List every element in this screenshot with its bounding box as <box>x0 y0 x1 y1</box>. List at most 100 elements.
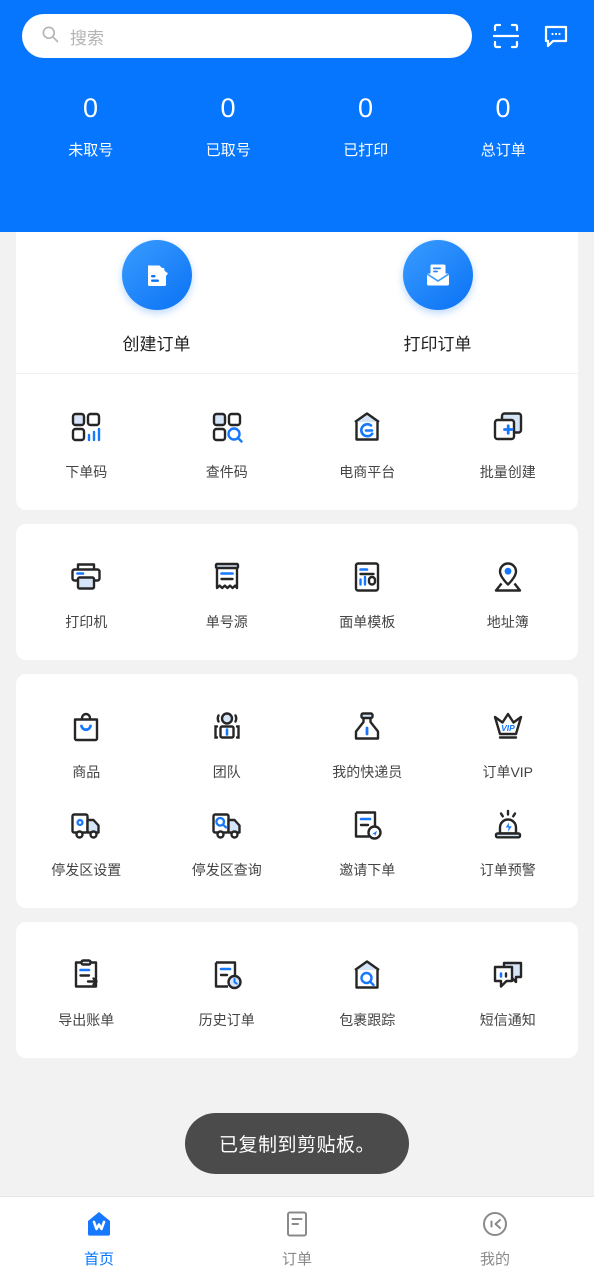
tab-label: 我的 <box>479 1251 510 1268</box>
team-person-icon <box>206 706 248 748</box>
item-address-book[interactable]: 地址簿 <box>438 546 579 644</box>
document-download-icon <box>121 240 192 310</box>
item-restricted-area-query[interactable]: 停发区查询 <box>157 794 298 892</box>
ecommerce-box-icon <box>346 406 388 448</box>
item-label: 导出账单 <box>58 1012 115 1028</box>
section-business-tools: 商品 团队 我的快递员 VIP 订单VIP 停发区设置 停发区查询 邀请下单 订… <box>16 674 578 908</box>
envelope-document-icon <box>402 240 473 310</box>
history-order-icon <box>206 954 248 996</box>
section-codes-and-platform: 下单码 查件码 电商平台 批量创建 <box>16 374 578 510</box>
tab-orders[interactable]: 订单 <box>198 1207 396 1269</box>
item-sms-notice[interactable]: 短信通知 <box>438 944 579 1042</box>
invite-order-icon <box>346 804 388 846</box>
chat-message-icon[interactable] <box>540 20 572 52</box>
stat-total-orders[interactable]: 0 总订单 <box>435 92 573 160</box>
item-printer[interactable]: 打印机 <box>16 546 157 644</box>
stat-value: 0 <box>357 93 374 123</box>
stat-unfetched[interactable]: 0 未取号 <box>22 92 160 160</box>
item-label: 历史订单 <box>198 1012 255 1028</box>
search-placeholder: 搜索 <box>70 28 104 48</box>
search-input[interactable]: 搜索 <box>22 14 472 58</box>
sms-notice-icon <box>487 954 529 996</box>
stat-label: 已打印 <box>343 142 389 159</box>
item-label: 停发区查询 <box>191 862 262 878</box>
qr-search-code-icon <box>206 406 248 448</box>
search-icon <box>40 24 60 49</box>
item-label: 包裹跟踪 <box>339 1012 396 1028</box>
item-label: 商品 <box>72 764 101 780</box>
tab-home[interactable]: 首页 <box>0 1207 198 1269</box>
stat-value: 0 <box>495 93 512 123</box>
bottom-navigation: 首页 订单 我的 <box>0 1196 594 1280</box>
item-batch-create[interactable]: 批量创建 <box>438 396 579 494</box>
item-invite-order[interactable]: 邀请下单 <box>297 794 438 892</box>
order-list-icon <box>280 1207 314 1241</box>
shopping-bag-icon <box>65 706 107 748</box>
create-order-label: 创建订单 <box>122 335 191 354</box>
scan-code-icon[interactable] <box>490 20 522 52</box>
card-primary-actions: 创建订单 打印订单 下单码 查件码 电商平台 批量创建 <box>16 232 578 510</box>
stat-value: 0 <box>82 93 99 123</box>
section-records-and-notice: 导出账单 历史订单 包裹跟踪 短信通知 <box>16 922 578 1058</box>
svg-text:VIP: VIP <box>501 723 515 733</box>
waybill-template-icon <box>346 556 388 598</box>
item-label: 订单VIP <box>482 764 534 780</box>
item-label: 查件码 <box>205 464 248 480</box>
print-order-button[interactable]: 打印订单 <box>297 240 578 355</box>
item-label: 打印机 <box>65 614 108 630</box>
item-waybill-template[interactable]: 面单模板 <box>297 546 438 644</box>
item-restricted-area-settings[interactable]: 停发区设置 <box>16 794 157 892</box>
main-content: 创建订单 打印订单 下单码 查件码 电商平台 批量创建 打印机 单号源 面单模板… <box>0 232 594 1196</box>
item-order-vip[interactable]: VIP 订单VIP <box>438 696 579 794</box>
section-printing-tools: 打印机 单号源 面单模板 地址簿 <box>16 524 578 660</box>
item-team[interactable]: 团队 <box>157 696 298 794</box>
home-icon <box>82 1207 116 1241</box>
item-label: 停发区设置 <box>51 862 122 878</box>
tab-label: 订单 <box>281 1251 312 1268</box>
courier-icon <box>346 706 388 748</box>
item-my-courier[interactable]: 我的快递员 <box>297 696 438 794</box>
item-label: 批量创建 <box>479 464 536 480</box>
truck-search-icon <box>206 804 248 846</box>
item-query-code[interactable]: 查件码 <box>157 396 298 494</box>
profile-icon <box>478 1207 512 1241</box>
item-order-code[interactable]: 下单码 <box>16 396 157 494</box>
batch-create-icon <box>487 406 529 448</box>
card-business-tools: 商品 团队 我的快递员 VIP 订单VIP 停发区设置 停发区查询 邀请下单 订… <box>16 674 578 908</box>
item-tracking-number-source[interactable]: 单号源 <box>157 546 298 644</box>
card-records-and-notice: 导出账单 历史订单 包裹跟踪 短信通知 <box>16 922 578 1058</box>
alarm-warning-icon <box>487 804 529 846</box>
item-label: 短信通知 <box>479 1012 536 1028</box>
stat-label: 已取号 <box>205 142 251 159</box>
item-export-bill[interactable]: 导出账单 <box>16 944 157 1042</box>
item-products[interactable]: 商品 <box>16 696 157 794</box>
stat-label: 未取号 <box>68 142 114 159</box>
stat-fetched[interactable]: 0 已取号 <box>160 92 298 160</box>
item-label: 电商平台 <box>339 464 396 480</box>
search-row: 搜索 <box>22 14 572 58</box>
primary-actions-row: 创建订单 打印订单 <box>16 232 578 374</box>
item-ecommerce-platform[interactable]: 电商平台 <box>297 396 438 494</box>
card-printing-tools: 打印机 单号源 面单模板 地址簿 <box>16 524 578 660</box>
item-label: 我的快递员 <box>332 764 403 780</box>
export-bill-icon <box>65 954 107 996</box>
vip-crown-icon: VIP <box>487 706 529 748</box>
tab-profile[interactable]: 我的 <box>396 1207 594 1269</box>
receipt-icon <box>206 556 248 598</box>
print-order-label: 打印订单 <box>403 335 472 354</box>
truck-settings-icon <box>65 804 107 846</box>
item-label: 订单预警 <box>479 862 536 878</box>
item-package-tracking[interactable]: 包裹跟踪 <box>297 944 438 1042</box>
toast-message: 已复制到剪贴板。 <box>218 1135 376 1156</box>
package-tracking-icon <box>346 954 388 996</box>
tab-label: 首页 <box>83 1251 114 1268</box>
item-label: 地址簿 <box>486 614 529 630</box>
item-label: 团队 <box>212 764 241 780</box>
item-label: 下单码 <box>65 464 108 480</box>
create-order-button[interactable]: 创建订单 <box>16 240 297 355</box>
item-history-order[interactable]: 历史订单 <box>157 944 298 1042</box>
stat-printed[interactable]: 0 已打印 <box>297 92 435 160</box>
item-order-alert[interactable]: 订单预警 <box>438 794 579 892</box>
stat-value: 0 <box>220 93 237 123</box>
clipboard-toast: 已复制到剪贴板。 <box>184 1113 410 1174</box>
